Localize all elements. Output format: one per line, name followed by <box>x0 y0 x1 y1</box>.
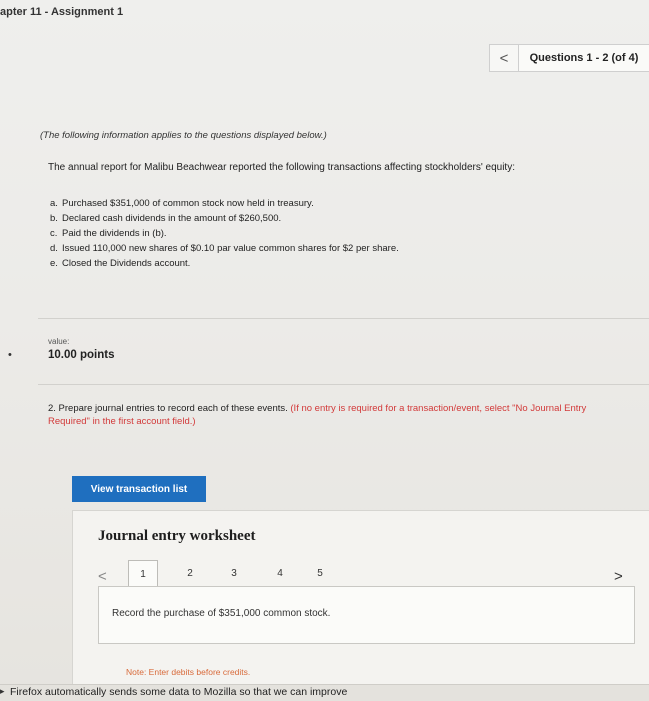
list-item: b. Declared cash dividends in the amount … <box>50 211 399 226</box>
firefox-notice-icon: ▸ <box>0 686 5 696</box>
problem-intro: The annual report for Malibu Beachwear r… <box>48 162 515 173</box>
list-item: d. Issued 110,000 new shares of $0.10 par… <box>50 241 399 256</box>
list-item: a. Purchased $351,000 of common stock now… <box>50 196 399 211</box>
step-tab-1[interactable]: 1 <box>128 560 158 587</box>
firefox-notification-text: Firefox automatically sends some data to… <box>10 686 348 698</box>
item-letter: d. <box>50 243 58 254</box>
item-text: Declared cash dividends in the amount of… <box>62 213 282 224</box>
list-item: c. Paid the dividends in (b). <box>50 226 399 241</box>
item-text: Closed the Dividends account. <box>62 258 191 269</box>
section-divider <box>38 384 649 385</box>
question-navigator: < Questions 1 - 2 (of 4) <box>489 44 649 72</box>
item-letter: c. <box>50 228 58 239</box>
item-text: Issued 110,000 new shares of $0.10 par v… <box>62 243 399 254</box>
debit-credit-note: Note: Enter debits before credits. <box>126 667 251 677</box>
item-text: Paid the dividends in (b). <box>62 228 167 239</box>
section-divider <box>38 318 649 319</box>
question-count-dropdown[interactable]: Questions 1 - 2 (of 4) <box>519 44 649 72</box>
record-instruction-text: Record the purchase of $351,000 common s… <box>112 608 331 619</box>
view-transaction-list-button[interactable]: View transaction list <box>72 476 206 502</box>
item-letter: e. <box>50 258 58 269</box>
transaction-list: a. Purchased $351,000 of common stock now… <box>50 196 399 271</box>
worksheet-title: Journal entry worksheet <box>98 528 256 544</box>
step-tab-4[interactable]: 4 <box>270 560 290 586</box>
chevron-right-icon[interactable]: > <box>614 568 623 585</box>
value-label: value: <box>48 337 70 346</box>
item-letter: a. <box>50 198 58 209</box>
question-2-text: 2. Prepare journal entries to record eac… <box>48 403 288 414</box>
value-points: 10.00 points <box>48 349 115 361</box>
item-text: Purchased $351,000 of common stock now h… <box>62 198 314 209</box>
item-letter: b. <box>50 213 58 224</box>
info-note: (The following information applies to th… <box>40 130 327 141</box>
previous-question-button[interactable]: < <box>489 44 519 72</box>
page-title: apter 11 - Assignment 1 <box>0 6 124 18</box>
question-bullet: • <box>8 349 12 361</box>
question-2-prompt: 2. Prepare journal entries to record eac… <box>48 402 608 428</box>
step-tab-2[interactable]: 2 <box>180 560 200 586</box>
chevron-left-icon[interactable]: < <box>98 568 107 585</box>
step-tab-5[interactable]: 5 <box>310 560 330 586</box>
list-item: e. Closed the Dividends account. <box>50 256 399 271</box>
step-tab-3[interactable]: 3 <box>224 560 244 586</box>
